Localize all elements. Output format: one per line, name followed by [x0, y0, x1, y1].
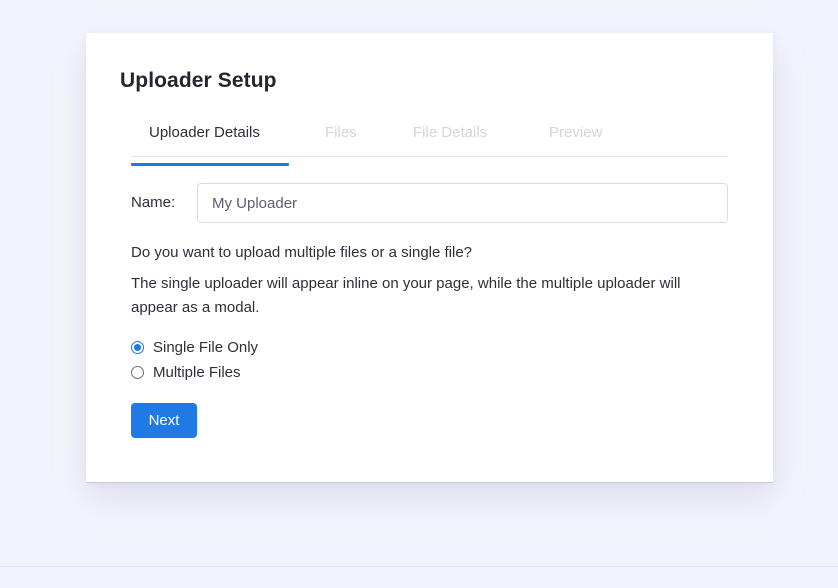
multiple-files-radio[interactable]: [131, 366, 144, 379]
uploader-setup-card: Uploader Setup Uploader Details Files Fi…: [86, 33, 773, 483]
tab-files[interactable]: Files: [289, 119, 377, 156]
wizard-tabs: Uploader Details Files File Details Prev…: [131, 119, 728, 166]
single-file-radio[interactable]: [131, 341, 144, 354]
tab-preview[interactable]: Preview: [511, 119, 631, 156]
option-multiple-files[interactable]: Multiple Files: [131, 364, 241, 381]
multiple-files-label[interactable]: Multiple Files: [153, 364, 241, 381]
footer-divider: [0, 566, 838, 567]
name-input[interactable]: [197, 183, 728, 223]
name-label: Name:: [131, 194, 176, 211]
page: Uploader Setup Uploader Details Files Fi…: [0, 0, 838, 588]
upload-type-question: Do you want to upload multiple files or …: [131, 244, 473, 261]
tab-file-details[interactable]: File Details: [377, 119, 511, 156]
upload-type-description: The single uploader will appear inline o…: [131, 275, 681, 316]
card-title: Uploader Setup: [120, 69, 277, 92]
option-single-file[interactable]: Single File Only: [131, 339, 258, 356]
tab-uploader-details[interactable]: Uploader Details: [131, 119, 289, 166]
single-file-label[interactable]: Single File Only: [153, 339, 258, 356]
next-button[interactable]: Next: [131, 403, 197, 438]
